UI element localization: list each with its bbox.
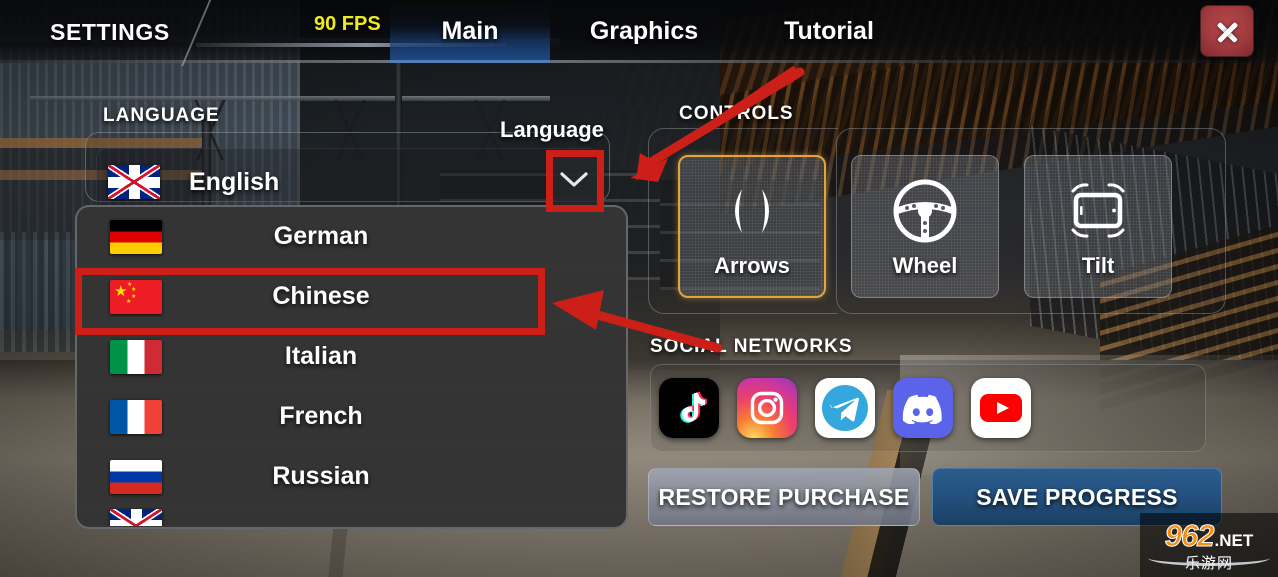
- control-option-label: Arrows: [714, 252, 790, 278]
- uk-flag-icon: [110, 508, 162, 526]
- china-flag-small-star: ★: [131, 286, 137, 293]
- language-option-label: Chinese: [272, 282, 370, 310]
- settings-header: SETTINGS 90 FPS Main Graphics Tutorial: [0, 0, 1278, 66]
- controls-section-label: CONTROLS: [679, 103, 794, 124]
- social-links: [659, 378, 1031, 438]
- china-flag-small-star: ★: [126, 298, 132, 305]
- youtube-icon[interactable]: [971, 378, 1031, 438]
- fps-counter: 90 FPS: [314, 13, 381, 35]
- control-option-arrows[interactable]: Arrows: [678, 155, 826, 298]
- language-section-label: LANGUAGE: [103, 105, 220, 126]
- instagram-icon[interactable]: [737, 378, 797, 438]
- uk-flag-icon: [108, 165, 160, 199]
- language-option-chinese[interactable]: ★ ★ ★ ★ ★ Chinese: [77, 267, 626, 327]
- tab-graphics[interactable]: Graphics: [550, 0, 738, 63]
- language-option-partial[interactable]: [77, 507, 626, 527]
- language-option-label: German: [273, 222, 369, 250]
- language-option-russian[interactable]: Russian: [77, 447, 626, 507]
- china-flag-icon: ★ ★ ★ ★ ★: [110, 279, 162, 314]
- watermark-tld: .NET: [1214, 530, 1254, 550]
- language-field-label: Language: [500, 117, 604, 142]
- china-flag-big-star: ★: [114, 282, 128, 300]
- restore-purchase-button[interactable]: RESTORE PURCHASE: [648, 468, 920, 526]
- close-button[interactable]: [1201, 6, 1253, 56]
- germany-flag-icon: [110, 219, 162, 254]
- language-option-italian[interactable]: Italian: [77, 327, 626, 387]
- telegram-icon[interactable]: [815, 378, 875, 438]
- social-section-label: SOCIAL NETWORKS: [650, 336, 853, 357]
- control-option-wheel[interactable]: Wheel: [851, 155, 999, 298]
- china-flag-small-star: ★: [131, 293, 137, 300]
- language-dropdown-toggle[interactable]: [546, 150, 602, 210]
- watermark-swoosh: [1148, 550, 1270, 566]
- control-option-label: Tilt: [1081, 252, 1115, 278]
- watermark: 962 .NET 乐游网: [1140, 513, 1278, 577]
- controls-options: Arrows Wheel Tilt: [678, 155, 1172, 298]
- language-selected-label: English: [189, 167, 280, 196]
- control-option-label: Wheel: [892, 252, 958, 278]
- language-option-german[interactable]: German: [77, 207, 626, 267]
- tab-tutorial[interactable]: Tutorial: [738, 0, 920, 63]
- language-option-label: French: [279, 402, 363, 430]
- language-option-label: Russian: [272, 462, 370, 490]
- watermark-number: 962: [1164, 517, 1215, 553]
- arrows-icon: [712, 175, 792, 247]
- page-title: SETTINGS: [50, 19, 170, 45]
- france-flag-icon: [110, 399, 162, 434]
- language-option-french[interactable]: French: [77, 387, 626, 447]
- watermark-top: 962 .NET: [1164, 517, 1254, 553]
- tilt-phone-icon: [1059, 175, 1137, 247]
- steering-wheel-icon: [891, 175, 959, 247]
- russia-flag-icon: [110, 459, 162, 494]
- tiktok-icon[interactable]: [659, 378, 719, 438]
- language-dropdown-list[interactable]: German ★ ★ ★ ★ ★ Chinese Italian French …: [75, 205, 628, 529]
- header-divider-slash: [181, 0, 213, 66]
- discord-icon[interactable]: [893, 378, 953, 438]
- italy-flag-icon: [110, 339, 162, 374]
- chevron-down-icon: [560, 172, 588, 188]
- tab-main[interactable]: Main: [390, 0, 550, 63]
- close-icon: [1215, 19, 1240, 44]
- language-option-label: Italian: [284, 342, 358, 370]
- control-option-tilt[interactable]: Tilt: [1024, 155, 1172, 298]
